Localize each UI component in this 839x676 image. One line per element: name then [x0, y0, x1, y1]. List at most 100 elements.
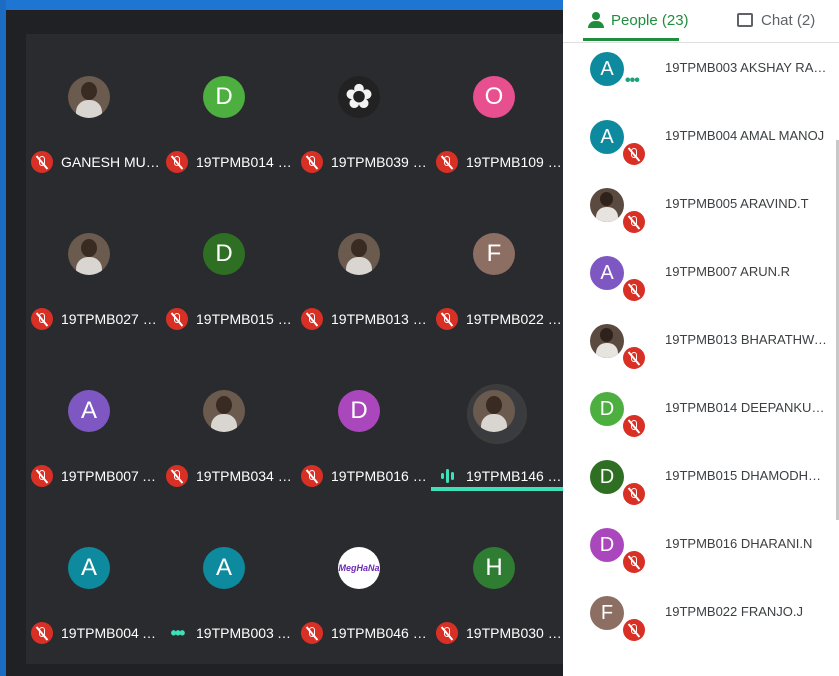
tile-name-row: 19TPMB030 HA...: [436, 621, 566, 645]
mic-off-icon: [436, 622, 458, 644]
people-list-item[interactable]: A 19TPMB004 AMAL MANOJ: [563, 112, 839, 180]
tile-name-row: 19TPMB046 ME...: [301, 621, 431, 645]
avatar-photo: [590, 188, 624, 222]
mic-off-icon: [166, 151, 188, 173]
participant-tile[interactable]: MegHaNa 19TPMB046 ME...: [296, 505, 431, 655]
avatar-image: [338, 76, 380, 118]
avatar-photo: [338, 233, 380, 275]
people-name: 19TPMB004 AMAL MANOJ: [665, 128, 825, 143]
avatar-letter: D: [590, 392, 624, 426]
avatar-logo: MegHaNa: [338, 547, 380, 589]
people-list-item[interactable]: F 19TPMB022 FRANJO.J: [563, 588, 839, 656]
participant-tile[interactable]: 19TPMB027 GO...: [26, 191, 161, 341]
people-list-item[interactable]: A ••• 19TPMB003 AKSHAY RAGHU: [563, 44, 839, 112]
participant-name: 19TPMB046 ME...: [331, 625, 431, 641]
people-list-item[interactable]: D 19TPMB016 DHARANI.N: [563, 520, 839, 588]
participant-tile[interactable]: 19TPMB146 TH...: [431, 348, 566, 498]
avatar-photo: [203, 390, 245, 432]
mic-off-icon: [623, 415, 645, 437]
participant-name: 19TPMB004 A...: [61, 625, 161, 641]
more-dots-icon: •••: [170, 622, 186, 643]
participant-name: 19TPMB027 GO...: [61, 311, 161, 327]
participant-name: 19TPMB016 DH...: [331, 468, 431, 484]
mic-off-icon: [623, 347, 645, 369]
active-tab-indicator: [583, 38, 679, 41]
tile-name-row: 19TPMB015 DH...: [166, 307, 296, 331]
people-name: 19TPMB007 ARUN.R: [665, 264, 790, 279]
people-name: 19TPMB005 ARAVIND.T: [665, 196, 809, 211]
people-list-item[interactable]: A 19TPMB007 ARUN.R: [563, 248, 839, 316]
active-speaker-bar: [431, 487, 566, 491]
participant-tile[interactable]: 19TPMB034 KA...: [161, 348, 296, 498]
tile-name-row: 19TPMB014 DE...: [166, 150, 296, 174]
participant-tile[interactable]: A 19TPMB004 A...: [26, 505, 161, 655]
tab-people-label: People (23): [611, 11, 689, 29]
people-name: 19TPMB016 DHARANI.N: [665, 536, 813, 551]
meeting-stage: GANESH MURT... D 19TPMB014 DE... 19TPMB039 …: [6, 10, 566, 676]
participant-tile[interactable]: GANESH MURT...: [26, 34, 161, 184]
avatar-photo: [68, 76, 110, 118]
tab-chat[interactable]: Chat (2): [737, 0, 815, 40]
people-list-item[interactable]: 19TPMB005 ARAVIND.T: [563, 180, 839, 248]
avatar-letter: A: [203, 547, 245, 589]
tile-name-row: 19TPMB027 GO...: [31, 307, 161, 331]
avatar-letter: O: [473, 76, 515, 118]
mic-off-icon: [31, 465, 53, 487]
participant-name: 19TPMB022 FR...: [466, 311, 566, 327]
avatar-letter: F: [473, 233, 515, 275]
participant-tile[interactable]: A ••• 19TPMB003 AK...: [161, 505, 296, 655]
participant-name: 19TPMB030 HA...: [466, 625, 566, 641]
tile-name-row: 19TPMB016 DH...: [301, 464, 431, 488]
more-dots-icon: •••: [625, 72, 640, 89]
avatar-letter: D: [338, 390, 380, 432]
mic-off-icon: [623, 211, 645, 233]
participant-tile[interactable]: 19TPMB039 KA...: [296, 34, 431, 184]
participant-tile[interactable]: H 19TPMB030 HA...: [431, 505, 566, 655]
participant-tile[interactable]: 19TPMB013 BH...: [296, 191, 431, 341]
participant-name: 19TPMB034 KA...: [196, 468, 296, 484]
participant-name: 19TPMB014 DE...: [196, 154, 296, 170]
avatar-letter: A: [590, 120, 624, 154]
mic-off-icon: [31, 308, 53, 330]
audio-level-icon: [436, 465, 458, 487]
avatar-letter: A: [68, 390, 110, 432]
participant-name: GANESH MURT...: [61, 154, 161, 170]
tile-name-row: 19TPMB007 AR...: [31, 464, 161, 488]
people-list-item[interactable]: 19TPMB013 BHARATHWARAJ...: [563, 316, 839, 384]
participant-name: 19TPMB146 TH...: [466, 468, 566, 484]
tile-name-row: 19TPMB022 FR...: [436, 307, 566, 331]
avatar-letter: D: [590, 460, 624, 494]
participant-tile[interactable]: D 19TPMB014 DE...: [161, 34, 296, 184]
tab-people[interactable]: People (23): [587, 0, 689, 40]
participant-tile[interactable]: D 19TPMB016 DH...: [296, 348, 431, 498]
people-list-item[interactable]: D 19TPMB015 DHAMODHARAN.S: [563, 452, 839, 520]
avatar-letter: D: [203, 76, 245, 118]
participant-tile[interactable]: A 19TPMB007 AR...: [26, 348, 161, 498]
mic-off-icon: [623, 551, 645, 573]
tile-name-row: GANESH MURT...: [31, 150, 161, 174]
participant-name: 19TPMB007 AR...: [61, 468, 161, 484]
avatar-letter: A: [590, 256, 624, 290]
tile-name-row: 19TPMB039 KA...: [301, 150, 431, 174]
tile-name-row: ••• 19TPMB003 AK...: [166, 621, 296, 645]
mic-off-icon: [31, 151, 53, 173]
avatar-letter: D: [590, 528, 624, 562]
avatar-letter: A: [590, 52, 624, 86]
people-list-item[interactable]: D 19TPMB014 DEEPANKUMAR.S: [563, 384, 839, 452]
participant-name: 19TPMB039 KA...: [331, 154, 431, 170]
mic-off-icon: [623, 279, 645, 301]
tile-name-row: 19TPMB109 O...: [436, 150, 566, 174]
mic-off-icon: [436, 308, 458, 330]
mic-off-icon: [166, 465, 188, 487]
participant-tile[interactable]: D 19TPMB015 DH...: [161, 191, 296, 341]
chat-icon: [737, 13, 753, 27]
mic-off-icon: [166, 308, 188, 330]
participant-tile[interactable]: F 19TPMB022 FR...: [431, 191, 566, 341]
side-panel: People (23) Chat (2) A ••• 19TPMB003 AKSHA…: [563, 0, 839, 676]
tile-name-row: 19TPMB034 KA...: [166, 464, 296, 488]
participant-name: 19TPMB015 DH...: [196, 311, 296, 327]
panel-tabs: People (23) Chat (2): [563, 0, 839, 43]
mic-off-icon: [623, 143, 645, 165]
participant-tile[interactable]: O 19TPMB109 O...: [431, 34, 566, 184]
avatar-letter: H: [473, 547, 515, 589]
